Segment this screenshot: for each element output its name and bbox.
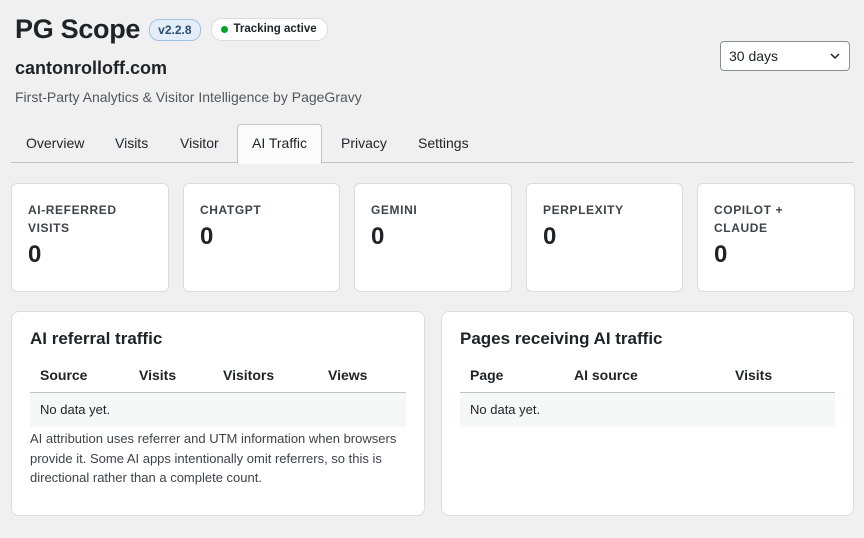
tab-overview[interactable]: Overview [11, 124, 99, 163]
status-badge: Tracking active [210, 18, 328, 41]
stat-value: 0 [543, 223, 557, 250]
column-header-source: Source [30, 367, 129, 393]
stat-value: 0 [714, 241, 728, 268]
table-header-row: Page AI source Visits [460, 367, 835, 393]
stat-label: AI-REFERRED VISITS [28, 203, 117, 235]
version-badge: v2.2.8 [149, 18, 201, 41]
column-header-visitors: Visitors [213, 367, 318, 393]
title-row: PG Scope v2.2.8 Tracking active [15, 14, 362, 45]
app-title: PG Scope [15, 14, 141, 44]
stat-label: CHATGPT [200, 203, 262, 217]
tab-visitor[interactable]: Visitor [165, 124, 234, 163]
header: PG Scope v2.2.8 Tracking active cantonro… [15, 14, 362, 105]
ai-pages-panel: Pages receiving AI traffic Page AI sourc… [441, 311, 854, 516]
empty-message: No data yet. [460, 392, 835, 427]
column-header-ai-source: AI source [564, 367, 725, 393]
status-dot-icon [220, 26, 228, 33]
table-header-row: Source Visits Visitors Views [30, 367, 406, 393]
panel-title: Pages receiving AI traffic [460, 329, 663, 348]
attribution-note: AI attribution uses referrer and UTM inf… [30, 431, 397, 485]
stat-card-chatgpt: CHATGPT 0 [183, 183, 340, 292]
date-range-select[interactable]: 30 days [720, 41, 850, 71]
stat-value: 0 [200, 223, 214, 250]
stat-card-gemini: GEMINI 0 [354, 183, 512, 292]
date-range-value: 30 days [729, 48, 779, 64]
stat-card-ai-referred: AI-REFERRED VISITS 0 [11, 183, 169, 292]
referral-table: Source Visits Visitors Views No data yet… [30, 367, 406, 427]
column-header-page: Page [460, 367, 564, 393]
stat-label: PERPLEXITY [543, 203, 624, 217]
tab-visits[interactable]: Visits [100, 124, 163, 163]
tab-bar: Overview Visits Visitor AI Traffic Priva… [11, 124, 854, 164]
panel-title: AI referral traffic [30, 329, 163, 348]
status-label: Tracking active [233, 23, 317, 35]
tab-ai-traffic[interactable]: AI Traffic [237, 124, 322, 164]
stat-label: GEMINI [371, 203, 418, 217]
stat-card-perplexity: PERPLEXITY 0 [526, 183, 683, 292]
tab-privacy[interactable]: Privacy [326, 124, 402, 163]
ai-referral-panel: AI referral traffic Source Visits Visito… [11, 311, 425, 516]
page-subtitle: First-Party Analytics & Visitor Intellig… [15, 89, 362, 105]
empty-message: No data yet. [30, 392, 406, 427]
tab-settings[interactable]: Settings [403, 124, 484, 163]
stat-card-copilot-claude: COPILOT + CLAUDE 0 [697, 183, 855, 292]
stat-label: COPILOT + CLAUDE [714, 203, 784, 235]
chevron-down-icon [830, 53, 840, 60]
column-header-views: Views [318, 367, 406, 393]
column-header-visits: Visits [129, 367, 213, 393]
stat-value: 0 [371, 223, 385, 250]
table-row: No data yet. [30, 392, 406, 427]
site-name: cantonrolloff.com [15, 58, 167, 78]
stat-value: 0 [28, 241, 42, 268]
pages-table: Page AI source Visits No data yet. [460, 367, 835, 427]
column-header-visits: Visits [725, 367, 835, 393]
table-row: No data yet. [460, 392, 835, 427]
